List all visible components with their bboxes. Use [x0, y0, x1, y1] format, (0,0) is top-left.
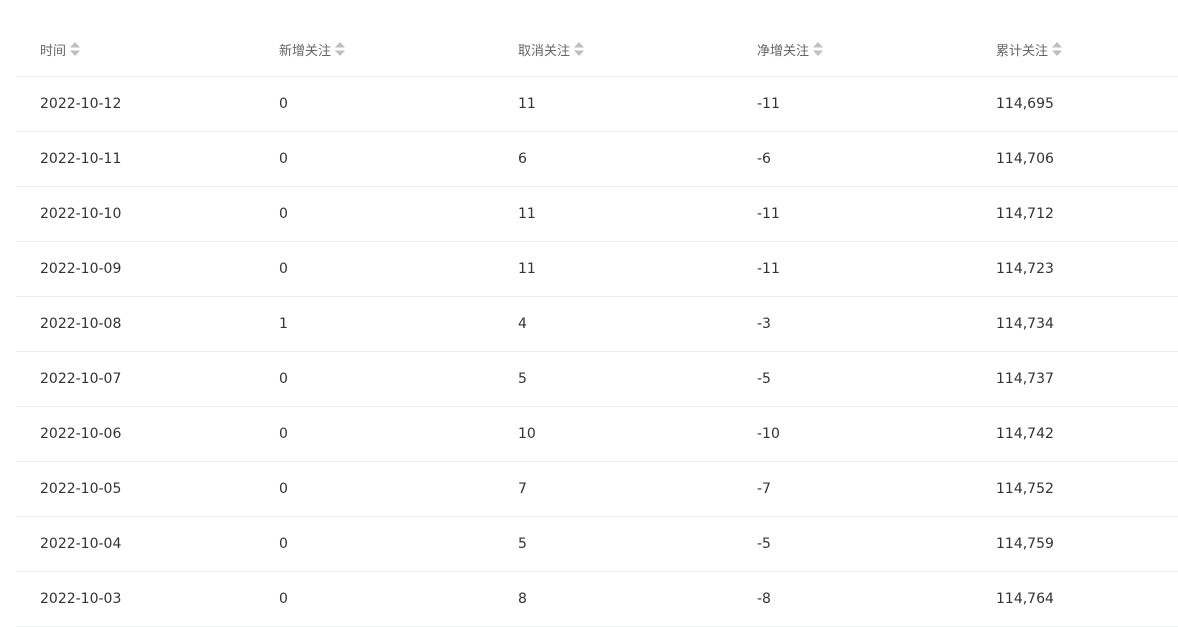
cell-cancel-follows: 4 — [494, 296, 733, 352]
column-label-cancel-follows: 取消关注 — [518, 43, 571, 59]
cell-net-follows: -5 — [733, 516, 972, 572]
cell-cancel-follows: 5 — [494, 516, 733, 572]
cell-cancel-follows: 10 — [494, 406, 733, 462]
column-label-date: 时间 — [40, 43, 67, 59]
follower-stats-table: 时间 新增关注 取消关注 净增关注 累计关注 2022-10-12 0 11 -… — [16, 22, 1178, 627]
table-row: 2022-10-05 0 7 -7 114,752 — [16, 461, 1178, 517]
cell-total-follows: 114,706 — [972, 131, 1178, 187]
cell-cancel-follows: 11 — [494, 241, 733, 297]
cell-date: 2022-10-10 — [16, 186, 255, 242]
cell-date: 2022-10-05 — [16, 461, 255, 517]
cell-date: 2022-10-09 — [16, 241, 255, 297]
cell-net-follows: -10 — [733, 406, 972, 462]
table-row: 2022-10-06 0 10 -10 114,742 — [16, 406, 1178, 462]
cell-total-follows: 114,759 — [972, 516, 1178, 572]
cell-total-follows: 114,712 — [972, 186, 1178, 242]
cell-date: 2022-10-12 — [16, 76, 255, 132]
column-header-cancel-follows[interactable]: 取消关注 — [494, 22, 733, 77]
cell-new-follows: 0 — [255, 516, 494, 572]
cell-net-follows: -8 — [733, 571, 972, 627]
cell-cancel-follows: 5 — [494, 351, 733, 407]
table-row: 2022-10-11 0 6 -6 114,706 — [16, 131, 1178, 187]
cell-cancel-follows: 11 — [494, 186, 733, 242]
sort-caret-icon[interactable] — [574, 41, 585, 57]
table-row: 2022-10-04 0 5 -5 114,759 — [16, 516, 1178, 572]
cell-date: 2022-10-04 — [16, 516, 255, 572]
header-row: 时间 新增关注 取消关注 净增关注 累计关注 — [16, 22, 1178, 77]
table-row: 2022-10-09 0 11 -11 114,723 — [16, 241, 1178, 297]
table-row: 2022-10-10 0 11 -11 114,712 — [16, 186, 1178, 242]
cell-cancel-follows: 7 — [494, 461, 733, 517]
table-row: 2022-10-03 0 8 -8 114,764 — [16, 571, 1178, 627]
column-header-net-follows[interactable]: 净增关注 — [733, 22, 972, 77]
cell-total-follows: 114,734 — [972, 296, 1178, 352]
column-label-net-follows: 净增关注 — [757, 43, 810, 59]
cell-new-follows: 0 — [255, 76, 494, 132]
cell-date: 2022-10-11 — [16, 131, 255, 187]
sort-caret-icon[interactable] — [813, 41, 824, 57]
column-label-new-follows: 新增关注 — [279, 43, 332, 59]
cell-total-follows: 114,723 — [972, 241, 1178, 297]
cell-net-follows: -6 — [733, 131, 972, 187]
cell-total-follows: 114,695 — [972, 76, 1178, 132]
cell-cancel-follows: 8 — [494, 571, 733, 627]
cell-net-follows: -11 — [733, 241, 972, 297]
table-row: 2022-10-07 0 5 -5 114,737 — [16, 351, 1178, 407]
table-body: 2022-10-12 0 11 -11 114,695 2022-10-11 0… — [16, 76, 1178, 627]
cell-date: 2022-10-03 — [16, 571, 255, 627]
cell-cancel-follows: 11 — [494, 76, 733, 132]
cell-date: 2022-10-06 — [16, 406, 255, 462]
column-label-total-follows: 累计关注 — [996, 43, 1049, 59]
cell-total-follows: 114,764 — [972, 571, 1178, 627]
cell-new-follows: 0 — [255, 571, 494, 627]
column-header-new-follows[interactable]: 新增关注 — [255, 22, 494, 77]
cell-net-follows: -5 — [733, 351, 972, 407]
column-header-total-follows[interactable]: 累计关注 — [972, 22, 1178, 77]
cell-total-follows: 114,742 — [972, 406, 1178, 462]
cell-new-follows: 0 — [255, 186, 494, 242]
table-row: 2022-10-08 1 4 -3 114,734 — [16, 296, 1178, 352]
cell-net-follows: -11 — [733, 186, 972, 242]
sort-caret-icon[interactable] — [70, 41, 81, 57]
table-row: 2022-10-12 0 11 -11 114,695 — [16, 76, 1178, 132]
cell-cancel-follows: 6 — [494, 131, 733, 187]
cell-new-follows: 0 — [255, 131, 494, 187]
cell-new-follows: 0 — [255, 461, 494, 517]
stats-table-container: 时间 新增关注 取消关注 净增关注 累计关注 2022-10-12 0 11 -… — [16, 22, 1178, 627]
sort-caret-icon[interactable] — [1052, 41, 1063, 57]
table-header: 时间 新增关注 取消关注 净增关注 累计关注 — [16, 22, 1178, 77]
cell-total-follows: 114,752 — [972, 461, 1178, 517]
cell-new-follows: 1 — [255, 296, 494, 352]
cell-date: 2022-10-07 — [16, 351, 255, 407]
cell-new-follows: 0 — [255, 351, 494, 407]
column-header-date[interactable]: 时间 — [16, 22, 255, 77]
cell-new-follows: 0 — [255, 406, 494, 462]
cell-net-follows: -11 — [733, 76, 972, 132]
cell-total-follows: 114,737 — [972, 351, 1178, 407]
cell-date: 2022-10-08 — [16, 296, 255, 352]
cell-net-follows: -7 — [733, 461, 972, 517]
cell-net-follows: -3 — [733, 296, 972, 352]
cell-new-follows: 0 — [255, 241, 494, 297]
sort-caret-icon[interactable] — [335, 41, 346, 57]
